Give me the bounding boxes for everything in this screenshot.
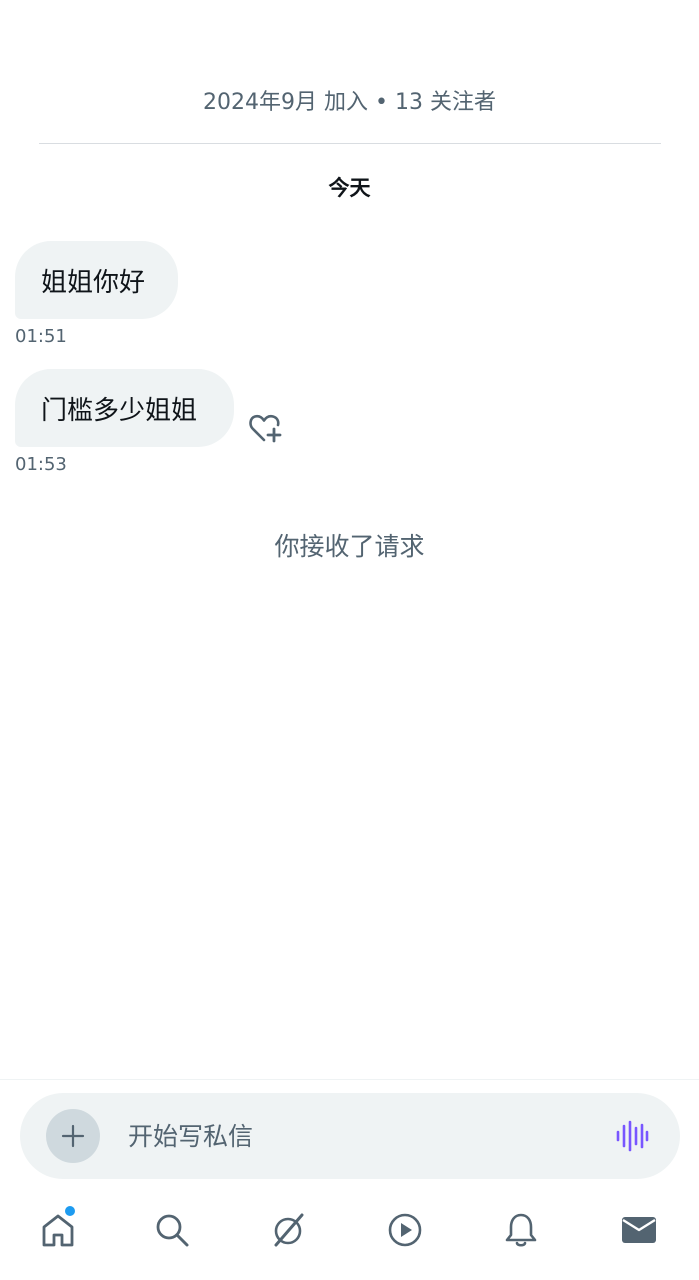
dm-conversation-screen: 2024年9月 加入 • 13 关注者 今天 姐姐你好 01:51 门槛多少姐姐… xyxy=(0,0,699,1280)
tab-messages[interactable] xyxy=(619,1210,659,1250)
message-timestamp: 01:51 xyxy=(15,326,67,347)
home-icon xyxy=(42,1214,74,1247)
voice-message-button[interactable] xyxy=(614,1119,650,1153)
tab-search[interactable] xyxy=(152,1210,192,1250)
message-bubble[interactable]: 姐姐你好 xyxy=(15,241,178,319)
message-timestamp: 01:53 xyxy=(15,454,67,475)
search-icon xyxy=(156,1214,189,1247)
mail-icon xyxy=(622,1217,656,1243)
message-text: 姐姐你好 xyxy=(41,267,146,298)
date-separator: 今天 xyxy=(328,176,371,200)
add-reaction-button[interactable] xyxy=(248,410,286,446)
message-text: 门槛多少姐姐 xyxy=(41,395,198,426)
request-accepted-notice: 你接收了请求 xyxy=(274,532,425,561)
message-composer xyxy=(20,1093,680,1179)
header-divider xyxy=(39,143,661,144)
play-circle-icon xyxy=(388,1213,422,1247)
waveform-icon xyxy=(616,1120,649,1152)
heart-plus-icon xyxy=(249,414,282,443)
grok-icon xyxy=(274,1213,304,1247)
bottom-tab-bar xyxy=(0,1200,699,1262)
add-media-button[interactable] xyxy=(46,1109,100,1163)
message-input[interactable] xyxy=(128,1115,588,1157)
bell-icon xyxy=(505,1213,537,1247)
notification-dot xyxy=(65,1206,75,1216)
composer-divider xyxy=(0,1079,699,1080)
tab-video[interactable] xyxy=(385,1210,425,1250)
tab-notifications[interactable] xyxy=(501,1210,541,1250)
message-bubble[interactable]: 门槛多少姐姐 xyxy=(15,369,234,447)
plus-icon xyxy=(61,1124,85,1148)
profile-join-info: 2024年9月 加入 • 13 关注者 xyxy=(203,90,496,115)
tab-grok[interactable] xyxy=(268,1210,308,1250)
tab-home[interactable] xyxy=(38,1210,78,1250)
